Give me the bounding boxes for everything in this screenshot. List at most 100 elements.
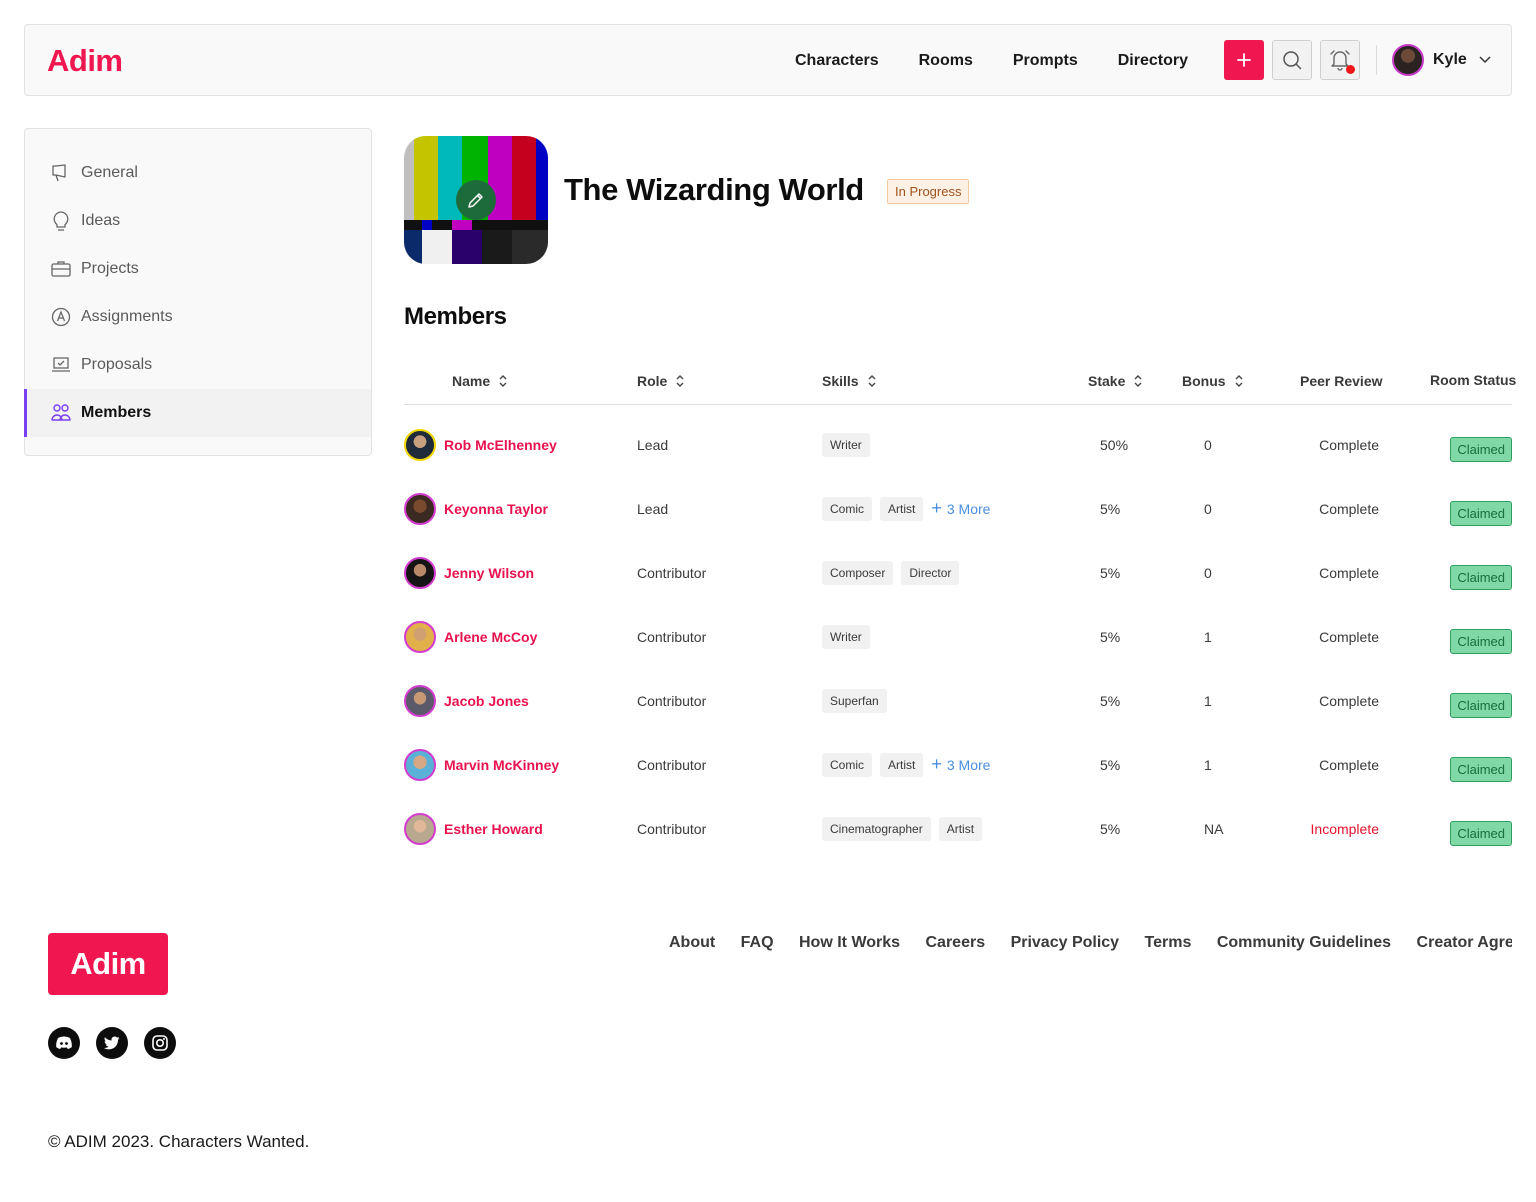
footer-link-careers[interactable]: Careers [926, 934, 986, 952]
more-skills-link[interactable]: +3 More [931, 753, 990, 775]
member-name[interactable]: Keyonna Taylor [444, 501, 548, 517]
member-cell[interactable]: Marvin McKinney [404, 749, 559, 781]
room-title: The Wizarding World [564, 172, 864, 207]
column-header-stake[interactable]: Stake [1088, 373, 1143, 389]
discord-icon [56, 1036, 72, 1049]
member-skills: Comic Artist +3 More [822, 749, 990, 781]
nav-link-rooms[interactable]: Rooms [919, 52, 973, 70]
plus-icon: + [931, 753, 942, 774]
column-header-name[interactable]: Name [452, 373, 508, 389]
member-cell[interactable]: Esther Howard [404, 813, 543, 845]
footer-link-community-guidelines[interactable]: Community Guidelines [1217, 934, 1391, 952]
members-icon [50, 402, 72, 424]
column-label: Peer Review [1300, 373, 1383, 389]
sort-icon [1134, 375, 1142, 387]
member-bonus: 0 [1204, 565, 1212, 581]
sort-icon [868, 375, 876, 387]
member-cell[interactable]: Jacob Jones [404, 685, 529, 717]
sidebar-item-members[interactable]: Members [24, 389, 371, 437]
lightbulb-icon [50, 210, 72, 232]
brand-logo[interactable]: Adim [47, 43, 123, 79]
assignment-icon [50, 306, 72, 328]
skill-chip: Writer [822, 625, 870, 649]
skill-chip: Artist [938, 817, 983, 841]
member-skills: Writer [822, 429, 878, 461]
footer-logo[interactable]: Adim [48, 933, 168, 995]
room-sidebar: General Ideas Projects Assignments Propo… [24, 128, 372, 456]
create-button[interactable] [1224, 40, 1264, 80]
member-role: Contributor [637, 629, 707, 645]
instagram-link[interactable] [144, 1027, 176, 1059]
member-cell[interactable]: Jenny Wilson [404, 557, 534, 589]
discord-link[interactable] [48, 1027, 80, 1059]
member-cell[interactable]: Rob McElhenney [404, 429, 557, 461]
nav-link-characters[interactable]: Characters [795, 52, 879, 70]
nav-divider [1376, 45, 1377, 75]
table-row: Rob McElhenney Lead Writer 50% 0 Complete Clai… [404, 429, 1512, 493]
skill-chip: Artist [880, 753, 924, 777]
member-name[interactable]: Arlene McCoy [444, 629, 537, 645]
footer-link-how-it-works[interactable]: How It Works [799, 934, 900, 952]
nav-link-directory[interactable]: Directory [1118, 52, 1188, 70]
sidebar-item-label: Proposals [81, 356, 153, 373]
search-button[interactable] [1272, 40, 1312, 80]
skill-chip: Comic [822, 497, 873, 521]
member-avatar [404, 621, 436, 653]
footer-link-about[interactable]: About [669, 934, 715, 952]
skill-chip: Comic [822, 753, 873, 777]
footer-link-terms[interactable]: Terms [1145, 934, 1192, 952]
room-status-claimed: Claimed [1450, 628, 1512, 654]
nav-link-prompts[interactable]: Prompts [1013, 52, 1078, 70]
member-name[interactable]: Marvin McKinney [444, 757, 559, 773]
column-label: Role [637, 373, 668, 389]
more-skills-link[interactable]: +3 More [931, 498, 990, 519]
member-room-status: Claimed [1450, 817, 1512, 849]
sidebar-item-general[interactable]: General [25, 149, 371, 197]
column-label: Name [452, 373, 491, 389]
user-menu[interactable]: Kyle [1392, 44, 1491, 76]
sidebar-item-projects[interactable]: Projects [25, 245, 371, 293]
peer-review-status: Incomplete [1310, 821, 1379, 837]
twitter-link[interactable] [96, 1027, 128, 1059]
member-room-status: Claimed [1450, 433, 1512, 465]
table-row: Arlene McCoy Contributor Writer 5% 1 Complete… [404, 621, 1512, 685]
footer-link-privacy-policy[interactable]: Privacy Policy [1011, 934, 1120, 952]
member-name[interactable]: Jenny Wilson [444, 565, 534, 581]
column-header-skills[interactable]: Skills [822, 373, 877, 389]
sidebar-item-ideas[interactable]: Ideas [25, 197, 371, 245]
column-header-bonus[interactable]: Bonus [1182, 373, 1244, 389]
table-row: Jacob Jones Contributor Superfan 5% 1 Complet… [404, 685, 1512, 749]
column-header-peer-review: Peer Review [1300, 373, 1383, 389]
footer-links: About FAQ How It Works Careers Privacy P… [669, 934, 1512, 958]
footer-link-faq[interactable]: FAQ [741, 934, 774, 952]
member-avatar [404, 685, 436, 717]
member-role: Contributor [637, 565, 707, 581]
member-name[interactable]: Esther Howard [444, 821, 543, 837]
user-name: Kyle [1433, 51, 1467, 68]
member-stake: 5% [1100, 757, 1121, 773]
notifications-button[interactable] [1320, 40, 1360, 80]
footer-link-creator-agreement[interactable]: Creator Agreem [1417, 934, 1512, 952]
member-stake: 5% [1100, 693, 1121, 709]
edit-cover-button[interactable] [456, 180, 496, 220]
top-navigation: Adim Characters Rooms Prompts Directory … [24, 24, 1512, 96]
sidebar-item-proposals[interactable]: Proposals [25, 341, 371, 389]
pencil-icon [468, 193, 483, 208]
sidebar-item-label: Members [81, 404, 152, 421]
column-header-role[interactable]: Role [637, 373, 685, 389]
column-label: Bonus [1182, 373, 1226, 389]
member-name[interactable]: Jacob Jones [444, 693, 529, 709]
plus-icon [1237, 53, 1251, 67]
sidebar-item-assignments[interactable]: Assignments [25, 293, 371, 341]
member-cell[interactable]: Arlene McCoy [404, 621, 537, 653]
table-row: Jenny Wilson Contributor Composer Director 5… [404, 557, 1512, 621]
room-status-badge: In Progress [887, 179, 970, 204]
room-status-claimed: Claimed [1450, 692, 1512, 718]
table-row: Marvin McKinney Contributor Comic Artist +3 … [404, 749, 1512, 813]
member-cell[interactable]: Keyonna Taylor [404, 493, 548, 525]
member-peer-review: Complete [1319, 429, 1379, 461]
member-skills: Writer [822, 621, 878, 653]
member-role: Lead [637, 501, 669, 517]
member-name[interactable]: Rob McElhenney [444, 437, 557, 453]
member-skills: Comic Artist +3 More [822, 493, 990, 525]
